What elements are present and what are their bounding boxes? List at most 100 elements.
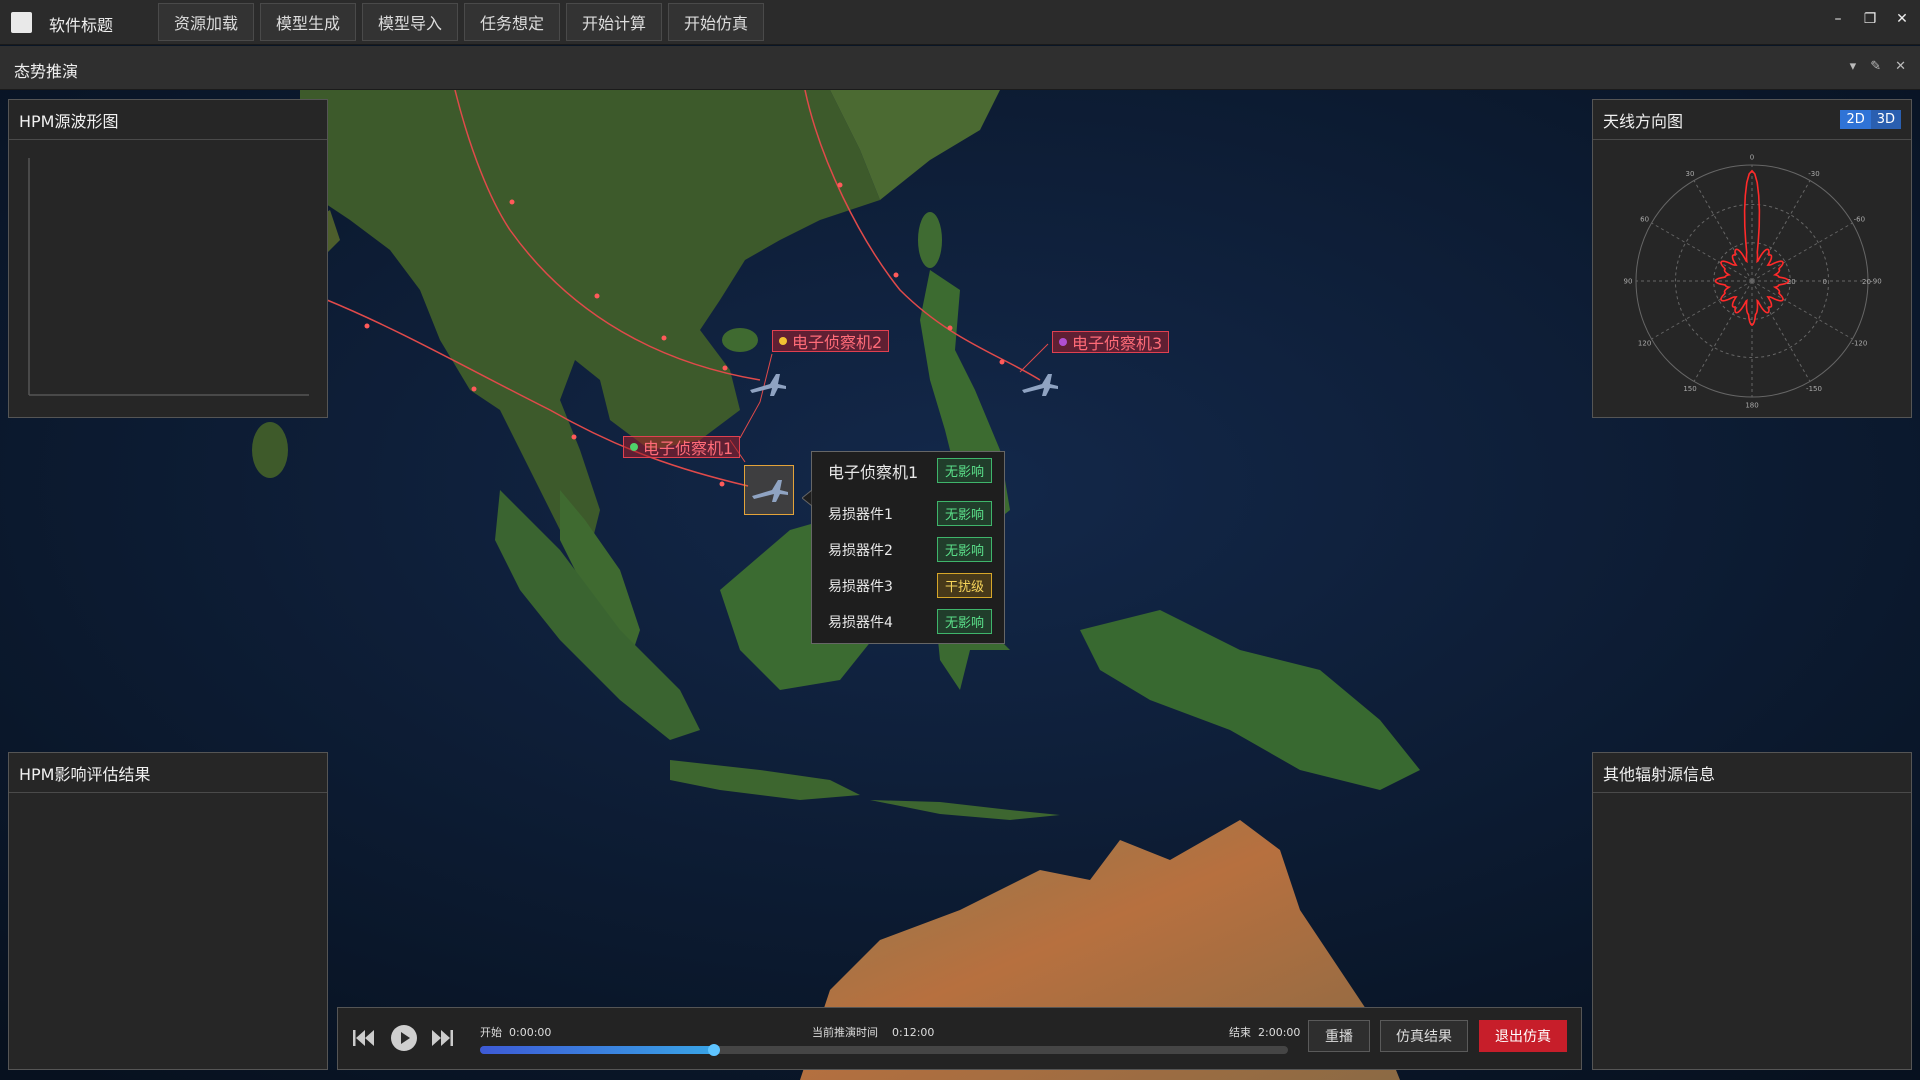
aircraft-3-name: 电子侦察机3 [1072, 334, 1163, 353]
timeline-handle[interactable] [708, 1044, 721, 1056]
polar-spoke [1751, 222, 1853, 282]
component-status-badge: 无影响 [936, 537, 992, 562]
component-row: 易损器件3 干扰级 [828, 573, 992, 598]
component-row: 易损器件1 无影响 [828, 501, 992, 526]
exit-simulation-button[interactable]: 退出仿真 [1479, 1020, 1567, 1052]
menu-resource-load[interactable]: 资源加载 [158, 3, 254, 41]
main-menu: 资源加载 模型生成 模型导入 任务想定 开始计算 开始仿真 [158, 3, 764, 41]
view-controls: ▾ ✎ ✕ [1850, 59, 1906, 74]
antenna-panel-title: 天线方向图 [1603, 111, 1684, 131]
popup-aircraft-status: 无影响 [936, 458, 992, 483]
view-header: 态势推演 ▾ ✎ ✕ [0, 46, 1920, 90]
polar-angle-label: 180 [1745, 402, 1758, 410]
antenna-panel-header: 天线方向图 2D 3D [1593, 100, 1911, 140]
polar-angle-label: 30 [1686, 170, 1695, 178]
dropdown-icon[interactable]: ▾ [1850, 59, 1857, 74]
other-sources-panel-title: 其他辐射源信息 [1593, 753, 1911, 793]
pin-icon[interactable]: ✎ [1870, 59, 1881, 74]
replay-button[interactable]: 重播 [1308, 1020, 1370, 1052]
aircraft-info-popup: 电子侦察机1 无影响 易损器件1 无影响 易损器件2 无影响 易损器件3 干扰级… [811, 451, 1005, 644]
polar-angle-label: -60 [1854, 216, 1865, 224]
polar-radial-label: 20 [1862, 278, 1871, 286]
app-title: 软件标题 [49, 16, 114, 35]
assessment-panel: HPM影响评估结果 [8, 752, 328, 1070]
polar-spoke [1751, 280, 1853, 340]
skip-back-icon[interactable] [352, 1028, 376, 1048]
component-row: 易损器件4 无影响 [828, 609, 992, 634]
component-name: 易损器件3 [828, 578, 893, 595]
toggle-2d-button[interactable]: 2D [1840, 110, 1871, 129]
component-name: 易损器件1 [828, 506, 893, 523]
current-label: 当前推演时间 [812, 1026, 878, 1039]
component-status-badge: 干扰级 [936, 573, 992, 598]
aircraft-1-name: 电子侦察机1 [643, 439, 734, 458]
polar-radial-label: 0 [1823, 278, 1827, 286]
minimize-icon[interactable]: – [1830, 9, 1846, 29]
end-label: 结束 [1229, 1026, 1251, 1039]
menu-start-simulation[interactable]: 开始仿真 [668, 3, 764, 41]
skip-forward-icon[interactable] [430, 1028, 454, 1048]
aircraft-2-label[interactable]: 电子侦察机2 [772, 330, 890, 352]
aircraft-3-label[interactable]: 电子侦察机3 [1052, 331, 1170, 353]
component-name: 易损器件2 [828, 542, 893, 559]
status-dot-icon [779, 337, 787, 345]
menu-model-generate[interactable]: 模型生成 [260, 3, 356, 41]
polar-angle-label: 150 [1683, 385, 1696, 393]
window-controls: – ❐ ✕ [1830, 9, 1910, 29]
polar-angle-label: 60 [1640, 216, 1649, 224]
status-dot-icon [630, 443, 638, 451]
component-name: 易损器件4 [828, 614, 893, 631]
toggle-3d-button[interactable]: 3D [1870, 110, 1901, 129]
dimension-toggle: 2D 3D [1840, 110, 1901, 129]
restore-icon[interactable]: ❐ [1862, 9, 1878, 29]
waveform-chart-area [28, 158, 309, 396]
start-time-value: 0:00:00 [509, 1026, 552, 1039]
end-time-label: 结束 2:00:00 [1229, 1024, 1300, 1040]
antenna-panel: 天线方向图 2D 3D 0 -30 -60 -90 -120 -150 180 150 120 9… [1592, 99, 1912, 418]
assessment-panel-title: HPM影响评估结果 [9, 753, 327, 793]
component-status-badge: 无影响 [936, 501, 992, 526]
polar-angle-label: -150 [1806, 385, 1822, 393]
aircraft-3-icon[interactable] [1020, 370, 1060, 400]
menu-mission-scenario[interactable]: 任务想定 [464, 3, 560, 41]
menu-start-compute[interactable]: 开始计算 [566, 3, 662, 41]
antenna-polar-plot: 0-30-60-90-120-150180150120906030200-20 [1624, 154, 1882, 410]
popup-pointer-icon [802, 490, 812, 506]
aircraft-1-label[interactable]: 电子侦察机1 [623, 436, 741, 458]
current-time-value: 0:12:00 [892, 1026, 935, 1039]
waveform-panel: HPM源波形图 [8, 99, 328, 418]
component-row: 易损器件2 无影响 [828, 537, 992, 562]
polar-angle-label: -120 [1851, 340, 1867, 348]
other-sources-panel: 其他辐射源信息 [1592, 752, 1912, 1070]
aircraft-1-selection[interactable] [744, 465, 794, 515]
aircraft-2-name: 电子侦察机2 [792, 333, 883, 352]
play-icon[interactable] [390, 1024, 418, 1052]
timeline-progress[interactable] [480, 1044, 1288, 1056]
title-bar: 软件标题 资源加载 模型生成 模型导入 任务想定 开始计算 开始仿真 – ❐ ✕ [0, 0, 1920, 45]
close-icon[interactable]: ✕ [1894, 9, 1910, 29]
polar-angle-label: 90 [1624, 278, 1633, 286]
polar-angle-label: -90 [1870, 278, 1881, 286]
waveform-panel-title: HPM源波形图 [9, 100, 327, 140]
start-label: 开始 [480, 1026, 502, 1039]
end-time-value: 2:00:00 [1258, 1026, 1301, 1039]
polar-spoke [1651, 222, 1753, 282]
component-status-badge: 无影响 [936, 609, 992, 634]
polar-spoke [1651, 280, 1753, 340]
popup-aircraft-name: 电子侦察机1 [828, 462, 919, 482]
start-time-label: 开始 0:00:00 [480, 1024, 551, 1040]
playback-bar: 开始 0:00:00 当前推演时间 0:12:00 结束 2:00:00 重播 … [337, 1007, 1582, 1070]
polar-angle-label: 0 [1750, 154, 1754, 162]
timeline-progress-fill [480, 1046, 715, 1054]
view-title: 态势推演 [14, 62, 79, 81]
aircraft-1-icon [752, 480, 788, 502]
simulation-results-button[interactable]: 仿真结果 [1380, 1020, 1468, 1052]
current-time-label: 当前推演时间 0:12:00 [812, 1024, 934, 1040]
menu-model-import[interactable]: 模型导入 [362, 3, 458, 41]
polar-angle-label: 120 [1638, 340, 1651, 348]
popup-header: 电子侦察机1 无影响 [828, 458, 992, 483]
aircraft-2-icon[interactable] [748, 370, 788, 400]
app-logo [11, 12, 32, 33]
polar-angle-label: -30 [1808, 170, 1819, 178]
view-close-icon[interactable]: ✕ [1895, 59, 1906, 74]
